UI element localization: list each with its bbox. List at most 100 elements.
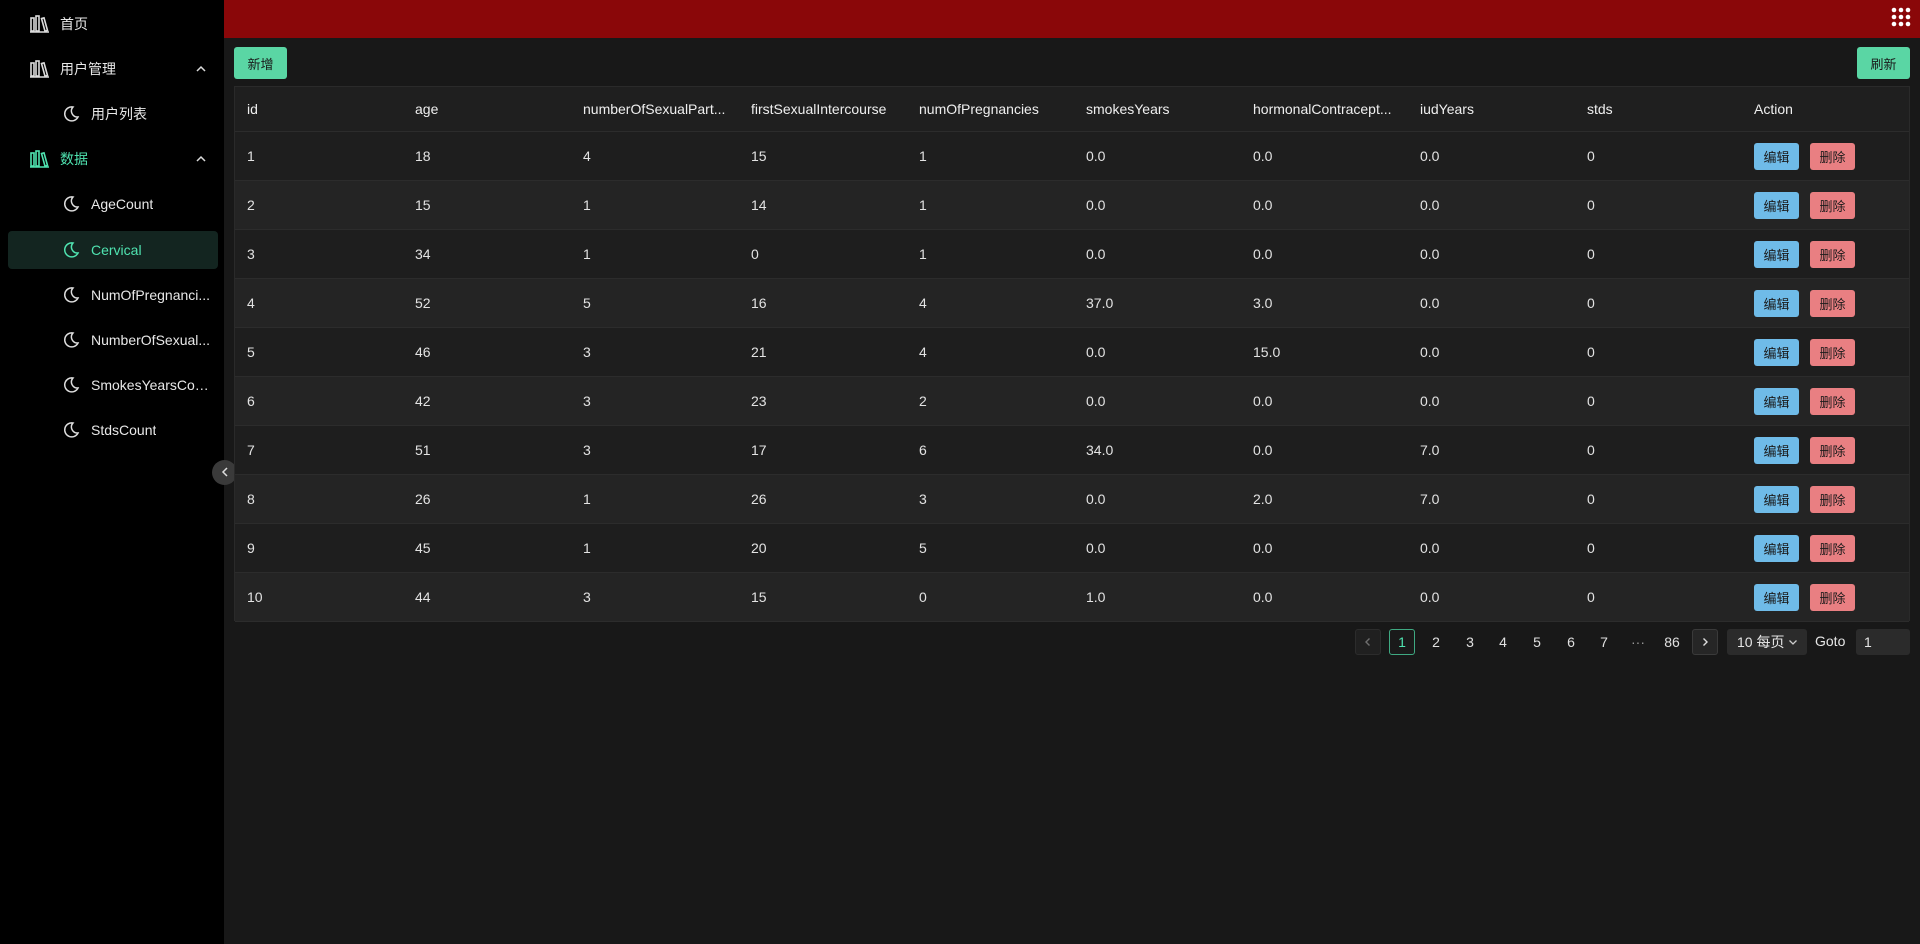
page-button-2[interactable]: 2 bbox=[1423, 629, 1449, 655]
edit-button[interactable]: 编辑 bbox=[1754, 339, 1799, 366]
page-button-7[interactable]: 7 bbox=[1591, 629, 1617, 655]
column-header-smokes-years[interactable]: smokesYears bbox=[1086, 101, 1236, 117]
table-cell: 0 bbox=[1587, 442, 1595, 458]
sidebar-item-user-list[interactable]: 用户列表 bbox=[8, 95, 218, 133]
table-cell: 15.0 bbox=[1253, 344, 1281, 360]
page-button-3[interactable]: 3 bbox=[1457, 629, 1483, 655]
delete-button[interactable]: 删除 bbox=[1810, 290, 1855, 317]
sidebar-item-numofpregnancies[interactable]: NumOfPregnanci... bbox=[8, 276, 218, 314]
sidebar-item-smokesyearscount[interactable]: SmokesYearsCou... bbox=[8, 366, 218, 404]
edit-button[interactable]: 编辑 bbox=[1754, 143, 1799, 170]
column-header-stds[interactable]: stds bbox=[1587, 101, 1737, 117]
sidebar: 首页 用户管理 用户列表 数据 AgeCount Cervical NumOfP… bbox=[0, 0, 224, 944]
next-page-button[interactable] bbox=[1692, 629, 1718, 655]
table-row: 5 46 3 21 4 0.0 15.0 0.0 0 编辑 删除 bbox=[235, 328, 1909, 377]
sidebar-item-home[interactable]: 首页 bbox=[8, 5, 218, 43]
delete-button[interactable]: 删除 bbox=[1810, 584, 1855, 611]
page-button-6[interactable]: 6 bbox=[1558, 629, 1584, 655]
edit-button[interactable]: 编辑 bbox=[1754, 290, 1799, 317]
delete-button[interactable]: 删除 bbox=[1810, 388, 1855, 415]
page-ellipsis[interactable]: ··· bbox=[1625, 629, 1651, 655]
column-header-sexual-partners[interactable]: numberOfSexualPart... bbox=[583, 101, 733, 117]
table-cell: 4 bbox=[583, 148, 591, 164]
table-cell: 1 bbox=[919, 197, 927, 213]
sidebar-item-cervical[interactable]: Cervical bbox=[8, 231, 218, 269]
edit-button[interactable]: 编辑 bbox=[1754, 584, 1799, 611]
delete-button[interactable]: 删除 bbox=[1810, 241, 1855, 268]
table-cell: 4 bbox=[247, 295, 255, 311]
delete-button[interactable]: 删除 bbox=[1810, 339, 1855, 366]
column-header-id[interactable]: id bbox=[247, 101, 397, 117]
table-cell: 3 bbox=[247, 246, 255, 262]
goto-page-input[interactable] bbox=[1856, 629, 1910, 655]
moon-icon bbox=[61, 330, 81, 350]
sidebar-item-agecount[interactable]: AgeCount bbox=[8, 185, 218, 223]
library-icon bbox=[30, 149, 50, 169]
goto-label: Goto bbox=[1815, 633, 1846, 649]
table-cell: 4 bbox=[919, 295, 927, 311]
library-icon bbox=[30, 14, 50, 34]
sidebar-item-label: Cervical bbox=[91, 242, 142, 258]
delete-button[interactable]: 删除 bbox=[1810, 437, 1855, 464]
table-cell: 16 bbox=[751, 295, 767, 311]
table-cell: 0.0 bbox=[1253, 589, 1273, 605]
table-cell: 0.0 bbox=[1086, 344, 1106, 360]
refresh-button[interactable]: 刷新 bbox=[1857, 47, 1910, 79]
column-header-action: Action bbox=[1754, 101, 1793, 117]
page-button-86[interactable]: 86 bbox=[1659, 629, 1685, 655]
table-cell: 0 bbox=[1587, 148, 1595, 164]
column-header-first-intercourse[interactable]: firstSexualIntercourse bbox=[751, 101, 901, 117]
table-cell: 0.0 bbox=[1253, 540, 1273, 556]
table-cell: 0.0 bbox=[1253, 148, 1273, 164]
moon-icon bbox=[61, 194, 81, 214]
chevron-left-icon bbox=[219, 465, 231, 481]
page-button-5[interactable]: 5 bbox=[1524, 629, 1550, 655]
table-cell: 0.0 bbox=[1086, 540, 1106, 556]
table-cell: 46 bbox=[415, 344, 431, 360]
sidebar-item-data[interactable]: 数据 bbox=[8, 140, 218, 178]
table-cell: 3 bbox=[583, 589, 591, 605]
edit-button[interactable]: 编辑 bbox=[1754, 535, 1799, 562]
add-button[interactable]: 新增 bbox=[234, 47, 287, 79]
table-cell: 0 bbox=[1587, 540, 1595, 556]
edit-button[interactable]: 编辑 bbox=[1754, 192, 1799, 219]
table-row: 10 44 3 15 0 1.0 0.0 0.0 0 编辑 删除 bbox=[235, 573, 1909, 622]
delete-button[interactable]: 删除 bbox=[1810, 535, 1855, 562]
table-cell: 0.0 bbox=[1253, 393, 1273, 409]
column-header-pregnancies[interactable]: numOfPregnancies bbox=[919, 101, 1069, 117]
column-header-hormonal-contraceptives[interactable]: hormonalContracept... bbox=[1253, 101, 1403, 117]
apps-grid-icon[interactable] bbox=[1890, 6, 1912, 28]
edit-button[interactable]: 编辑 bbox=[1754, 486, 1799, 513]
table-cell: 21 bbox=[751, 344, 767, 360]
table-cell: 0 bbox=[1587, 393, 1595, 409]
table-cell: 1.0 bbox=[1086, 589, 1106, 605]
sidebar-item-label: SmokesYearsCou... bbox=[91, 377, 211, 393]
sidebar-item-stdscount[interactable]: StdsCount bbox=[8, 411, 218, 449]
prev-page-button[interactable] bbox=[1355, 629, 1381, 655]
table-cell: 0.0 bbox=[1253, 442, 1273, 458]
table-cell: 45 bbox=[415, 540, 431, 556]
table-cell: 5 bbox=[583, 295, 591, 311]
delete-button[interactable]: 删除 bbox=[1810, 486, 1855, 513]
table-cell: 14 bbox=[751, 197, 767, 213]
column-header-age[interactable]: age bbox=[415, 101, 565, 117]
page-button-1[interactable]: 1 bbox=[1389, 629, 1415, 655]
page-size-select[interactable]: 10 每页 bbox=[1727, 629, 1807, 655]
delete-button[interactable]: 删除 bbox=[1810, 143, 1855, 170]
delete-button[interactable]: 删除 bbox=[1810, 192, 1855, 219]
table-cell: 23 bbox=[751, 393, 767, 409]
table-cell: 0.0 bbox=[1420, 393, 1440, 409]
column-header-iud-years[interactable]: iudYears bbox=[1420, 101, 1570, 117]
chevron-up-icon bbox=[194, 62, 208, 76]
edit-button[interactable]: 编辑 bbox=[1754, 388, 1799, 415]
moon-icon bbox=[61, 240, 81, 260]
table-row: 8 26 1 26 3 0.0 2.0 7.0 0 编辑 删除 bbox=[235, 475, 1909, 524]
sidebar-item-user-management[interactable]: 用户管理 bbox=[8, 50, 218, 88]
table-cell: 6 bbox=[247, 393, 255, 409]
table-cell: 9 bbox=[247, 540, 255, 556]
sidebar-item-numberofsexual[interactable]: NumberOfSexual... bbox=[8, 321, 218, 359]
page-button-4[interactable]: 4 bbox=[1490, 629, 1516, 655]
chevron-up-icon bbox=[194, 152, 208, 166]
edit-button[interactable]: 编辑 bbox=[1754, 437, 1799, 464]
edit-button[interactable]: 编辑 bbox=[1754, 241, 1799, 268]
